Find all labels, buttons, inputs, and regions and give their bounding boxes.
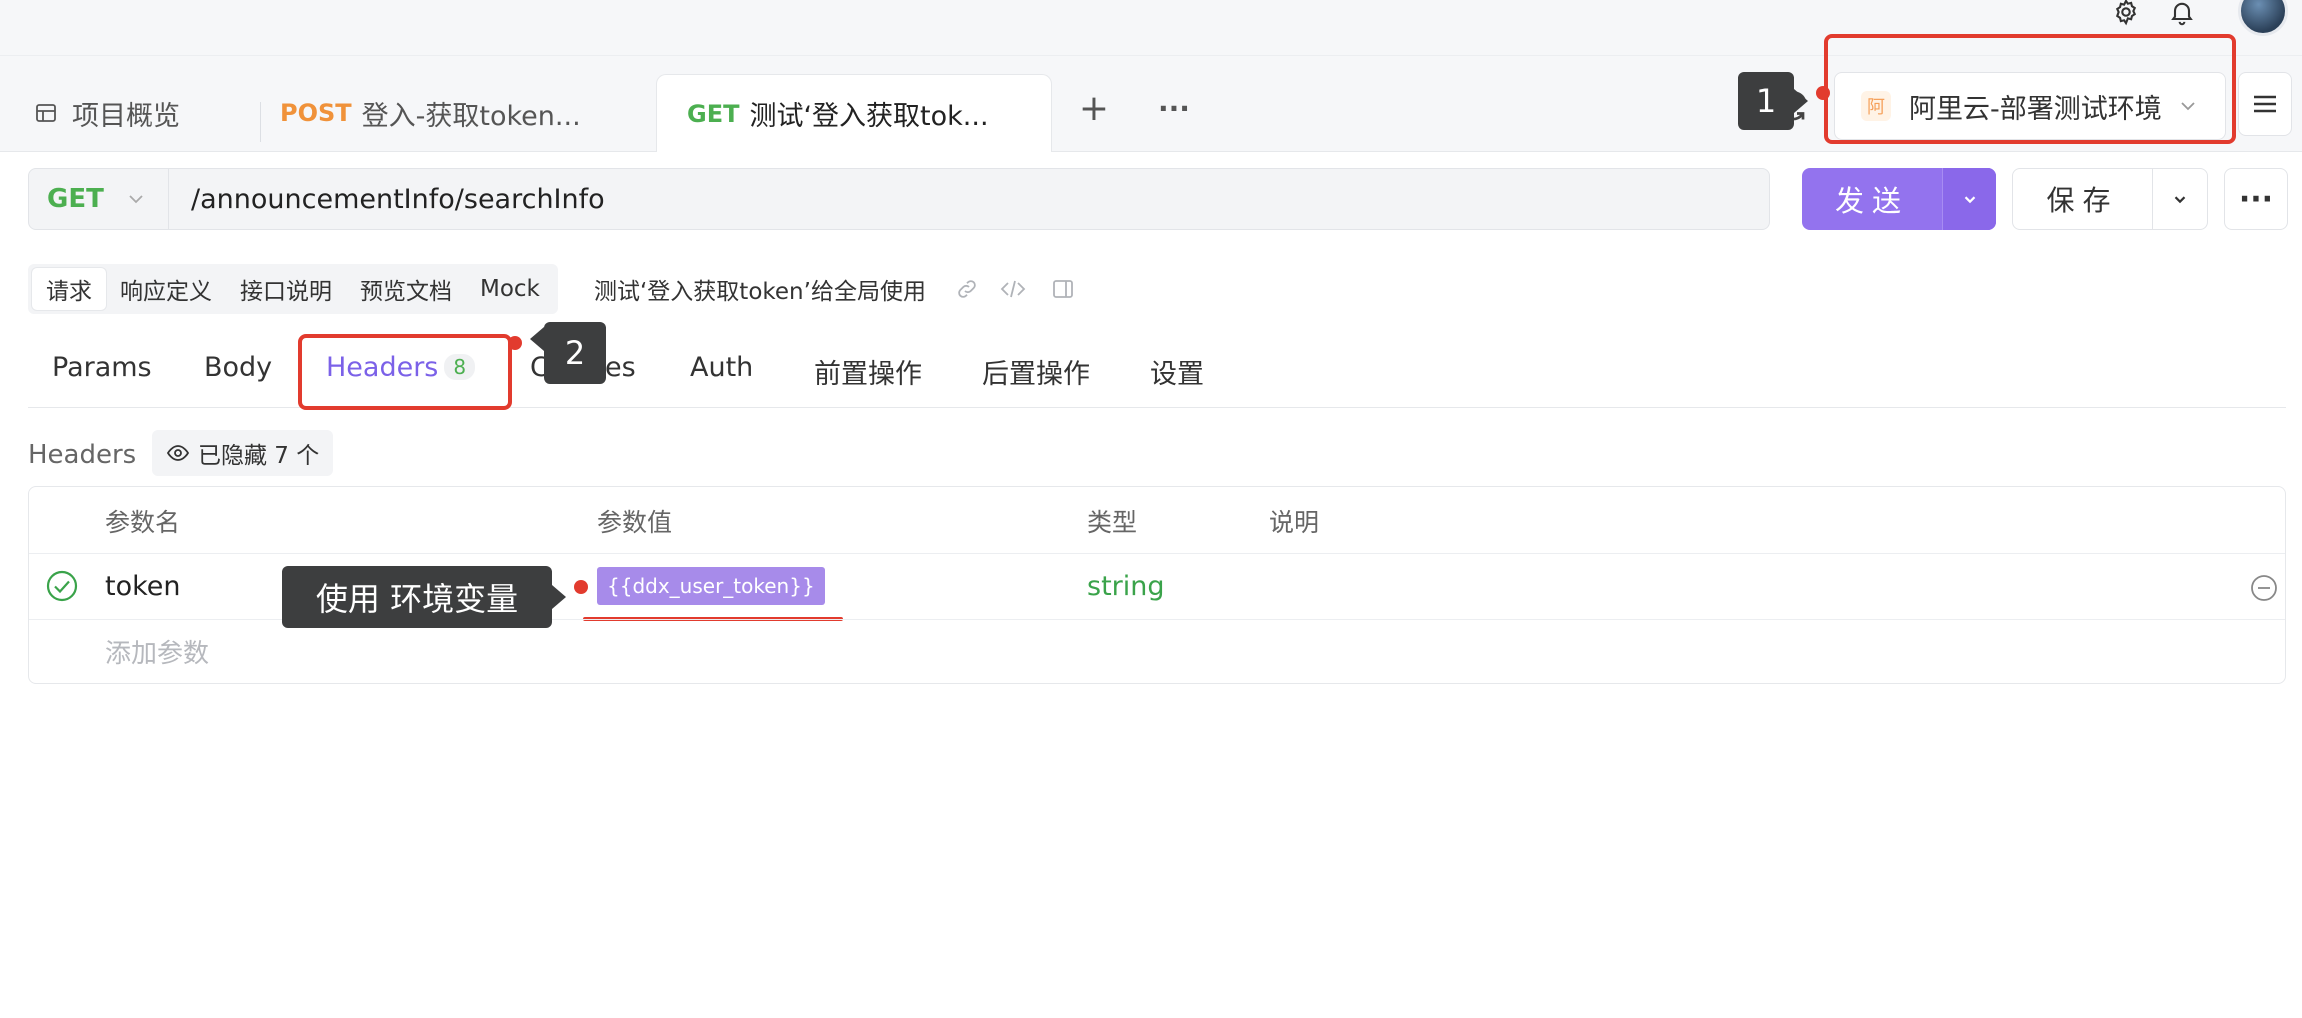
- tab-more-button[interactable]: ···: [1152, 86, 1196, 130]
- chevron-down-icon: [129, 195, 143, 204]
- send-button[interactable]: 发送: [1802, 168, 1996, 230]
- subnav-item-preview[interactable]: 预览文档: [346, 268, 466, 310]
- request-subnav: 请求 响应定义 接口说明 预览文档 Mock: [28, 264, 558, 314]
- tab-divider: [260, 102, 261, 142]
- subnav-item-response[interactable]: 响应定义: [106, 268, 226, 310]
- chevron-down-icon: [2174, 196, 2186, 204]
- tab-post-processor[interactable]: 后置操作: [982, 352, 1090, 391]
- bell-icon[interactable]: [2164, 0, 2200, 30]
- link-icon[interactable]: [952, 274, 982, 304]
- panel-icon[interactable]: [1048, 274, 1078, 304]
- request-title: 测试‘登入获取token’给全局使用: [594, 279, 926, 305]
- send-label[interactable]: 发送: [1802, 168, 1942, 230]
- method-select[interactable]: GET: [29, 169, 169, 229]
- subnav-item-doc[interactable]: 接口说明: [226, 268, 346, 310]
- gear-icon[interactable]: [2108, 0, 2144, 30]
- method-badge: GET: [687, 99, 740, 128]
- column-header-value: 参数值: [597, 508, 673, 537]
- hidden-headers-label: 已隐藏 7 个: [198, 443, 320, 469]
- menu-button[interactable]: [2238, 72, 2292, 136]
- hidden-headers-toggle[interactable]: 已隐藏 7 个: [152, 430, 334, 476]
- annotation-dot: [508, 336, 522, 350]
- annotation-box-environment: [1824, 34, 2236, 144]
- tab-settings[interactable]: 设置: [1150, 352, 1204, 391]
- save-dropdown[interactable]: [2153, 169, 2207, 229]
- save-label[interactable]: 保存: [2013, 169, 2153, 229]
- tab-pre-processor[interactable]: 前置操作: [814, 352, 922, 391]
- url-bar: GET /announcementInfo/searchInfo: [28, 168, 1770, 230]
- save-button[interactable]: 保存: [2012, 168, 2208, 230]
- param-type-cell[interactable]: string: [1087, 571, 1165, 602]
- remove-row-icon[interactable]: [2249, 573, 2279, 603]
- row-divider: [29, 553, 2285, 554]
- annotation-callout-1: 1: [1738, 72, 1808, 130]
- hamburger-icon: [2254, 95, 2276, 113]
- layout-icon: [36, 104, 56, 122]
- eye-icon: [166, 445, 190, 461]
- headers-section-label: Headers: [28, 440, 137, 470]
- code-icon[interactable]: [998, 274, 1028, 304]
- tab-label: 项目概览: [72, 100, 180, 132]
- column-header-description: 说明: [1269, 508, 1320, 537]
- chevron-down-icon: [1964, 196, 1975, 204]
- tab-get-test[interactable]: GET 测试‘登入获取tok...: [656, 74, 1052, 152]
- tab-auth[interactable]: Auth: [690, 352, 753, 383]
- enabled-checkbox[interactable]: [45, 569, 79, 603]
- annotation-callout-variable: 使用 环境变量: [282, 566, 566, 628]
- tab-label: 登入-获取token...: [361, 100, 581, 132]
- annotation-dot: [1816, 86, 1830, 100]
- tab-post-login[interactable]: POST 登入-获取token...: [280, 74, 581, 152]
- annotation-dot: [574, 580, 588, 594]
- tab-body[interactable]: Body: [204, 352, 272, 383]
- add-param-input[interactable]: 添加参数: [105, 633, 209, 670]
- tab-project-overview[interactable]: 项目概览: [34, 74, 180, 152]
- param-name-cell[interactable]: token: [105, 571, 181, 602]
- param-value-variable-chip[interactable]: {{ddx_user_token}}: [597, 567, 825, 605]
- url-input[interactable]: /announcementInfo/searchInfo: [169, 184, 605, 215]
- tab-params[interactable]: Params: [52, 352, 152, 383]
- avatar[interactable]: [2238, 0, 2288, 36]
- column-header-type: 类型: [1087, 508, 1138, 537]
- annotation-callout-2: 2: [530, 322, 606, 384]
- method-label: GET: [47, 184, 104, 214]
- method-badge: POST: [280, 99, 352, 127]
- subnav-item-request[interactable]: 请求: [32, 268, 106, 310]
- tab-label: 测试‘登入获取tok...: [749, 101, 989, 132]
- annotation-box-headers: [298, 334, 512, 410]
- send-dropdown[interactable]: [1942, 168, 1996, 230]
- subnav-item-mock[interactable]: Mock: [466, 268, 554, 310]
- column-header-name: 参数名: [105, 508, 181, 537]
- request-more-button[interactable]: ···: [2224, 168, 2288, 230]
- add-tab-button[interactable]: +: [1072, 86, 1116, 130]
